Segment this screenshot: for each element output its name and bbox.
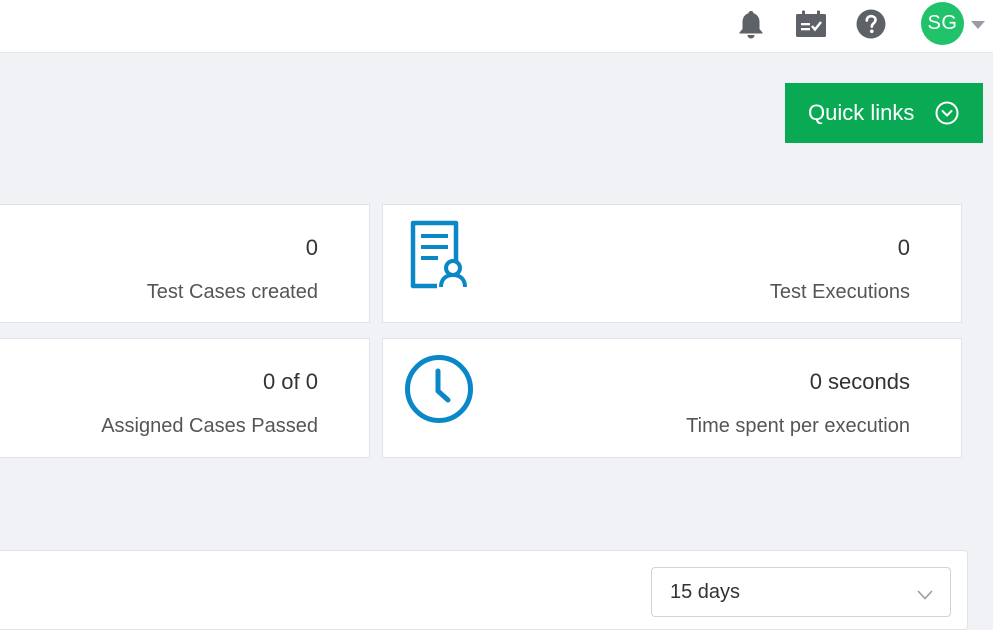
- document-user-icon: [409, 219, 469, 296]
- top-header: SG: [0, 0, 993, 53]
- test-cases-card[interactable]: 0 Test Cases created: [0, 204, 370, 323]
- time-spent-value: 0 seconds: [809, 369, 910, 394]
- test-executions-label: Test Executions: [769, 281, 910, 303]
- chevron-down-icon: [916, 584, 934, 607]
- circle-chevron-down-icon: [935, 101, 959, 131]
- date-range-value: 15 days: [670, 581, 741, 603]
- time-spent-card[interactable]: 0 seconds Time spent per execution: [382, 338, 962, 458]
- assigned-cases-value: 0 of 0: [262, 369, 318, 394]
- bell-icon[interactable]: [734, 7, 768, 41]
- quick-links-label: Quick links: [808, 100, 915, 125]
- chevron-down-icon[interactable]: [970, 18, 986, 30]
- assigned-cases-card[interactable]: 0 of 0 Assigned Cases Passed: [0, 338, 370, 458]
- assigned-cases-label: Assigned Cases Passed: [101, 415, 318, 437]
- test-executions-value: 0: [897, 235, 910, 260]
- avatar[interactable]: SG: [921, 2, 964, 45]
- time-spent-label: Time spent per execution: [686, 415, 910, 437]
- calendar-check-icon[interactable]: [794, 7, 828, 41]
- test-executions-card[interactable]: 0 Test Executions: [382, 204, 962, 323]
- quick-links-button[interactable]: Quick links: [785, 83, 983, 143]
- clock-icon: [403, 353, 475, 430]
- test-cases-label: Test Cases created: [146, 281, 318, 303]
- help-icon[interactable]: [854, 7, 888, 41]
- test-cases-value: 0: [305, 235, 318, 260]
